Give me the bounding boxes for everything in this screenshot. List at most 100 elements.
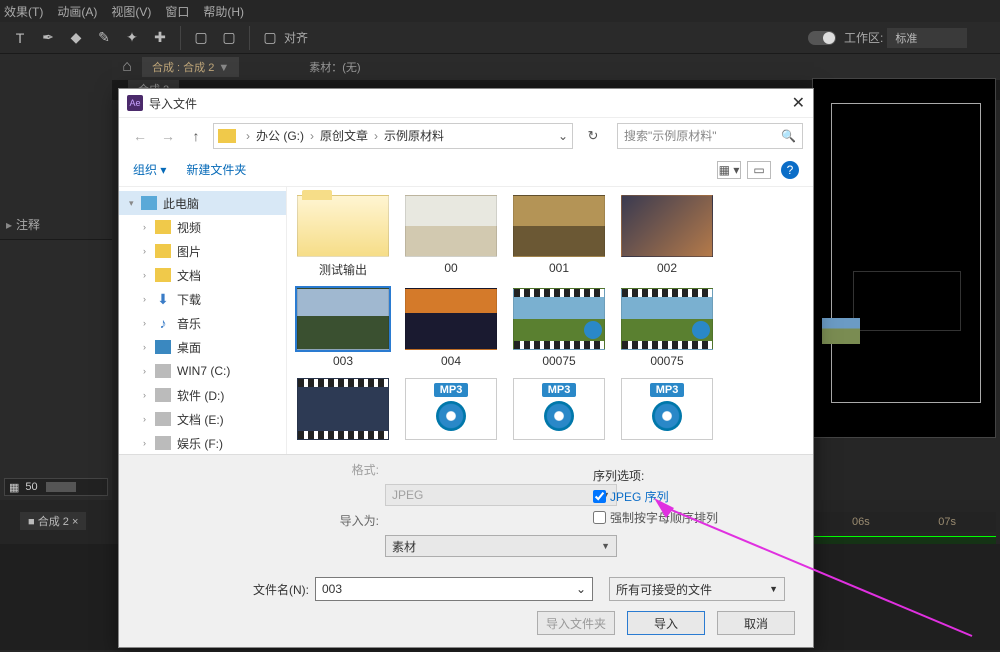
tool-bar: T ✒ ◆ ✎ ✦ ✚ ▢ ▢ ▢ 对齐 工作区: 标准 — [0, 22, 1000, 54]
dialog-body: ▾此电脑 ›视频 ›图片 ›文档 ›⬇下载 ›♪音乐 ›桌面 ›WIN7 (C:… — [119, 187, 813, 454]
source-tab[interactable]: 素材：(无) — [299, 57, 370, 77]
file-item-mp3[interactable]: MP3 — [511, 378, 607, 444]
folder-icon — [218, 129, 236, 143]
format-combo: JPEG▼ — [385, 484, 617, 506]
file-item[interactable]: 002 — [619, 195, 715, 278]
annotation-panel-header[interactable]: 注释 — [0, 210, 112, 240]
slider-thumb[interactable] — [46, 482, 76, 492]
refresh-icon[interactable]: ↻ — [581, 124, 605, 148]
menu-animation[interactable]: 动画(A) — [57, 3, 97, 20]
timeline-tab[interactable]: ■ 合成 2 × — [20, 512, 86, 530]
snap-label: 对齐 — [284, 29, 308, 46]
home-icon[interactable]: ⌂ — [116, 56, 138, 78]
filename-combo[interactable]: 003⌄ — [315, 577, 593, 601]
tree-docs-e[interactable]: ›文档 (E:) — [119, 407, 286, 431]
cancel-button[interactable]: 取消 — [717, 611, 795, 635]
comp-viewport — [812, 78, 996, 438]
file-item[interactable]: 004 — [403, 288, 499, 368]
file-grid[interactable]: 测试输出 00 001 002 003 004 00075 00075 MP3 … — [287, 187, 813, 454]
menu-bar: 效果(T) 动画(A) 视图(V) 窗口 帮助(H) — [0, 0, 1000, 22]
path-disk[interactable]: 办公 (G:) — [256, 127, 304, 144]
breadcrumb[interactable]: › 办公 (G:) › 原创文章 › 示例原材料 ⌄ — [213, 123, 573, 149]
zoom-slider[interactable]: ▦ 50 — [4, 478, 108, 496]
text-tool-icon[interactable]: T — [8, 26, 32, 50]
file-item-folder[interactable]: 测试输出 — [295, 195, 391, 278]
file-item-video[interactable] — [295, 378, 391, 444]
dialog-lower: 格式: JPEG▼ 导入为: 素材▼ 序列选项: JPEG 序列 强制按字母顺序… — [119, 454, 813, 647]
align-check-icon[interactable]: ▢ — [258, 26, 282, 50]
menu-effect[interactable]: 效果(T) — [4, 3, 43, 20]
nav-forward-icon: → — [157, 125, 179, 147]
file-item-mp3[interactable]: MP3 — [619, 378, 715, 444]
nav-up-icon[interactable]: ↑ — [185, 125, 207, 147]
search-input[interactable]: 搜索"示例原材料" 🔍 — [617, 123, 803, 149]
file-item-mp3[interactable]: MP3 — [403, 378, 499, 444]
help-icon[interactable]: ? — [781, 161, 799, 179]
stamp-tool-icon[interactable]: ✦ — [120, 26, 144, 50]
file-item[interactable]: 001 — [511, 195, 607, 278]
tool-separator — [180, 26, 181, 50]
view-mode-icon[interactable]: ▦ ▾ — [717, 161, 741, 179]
tree-ent[interactable]: ›娱乐 (F:) — [119, 431, 286, 454]
pen-tool-icon[interactable]: ✒ — [36, 26, 60, 50]
search-icon: 🔍 — [781, 129, 796, 143]
ae-app-icon: Ae — [127, 95, 143, 111]
sequence-options: 序列选项: JPEG 序列 强制按字母顺序排列 — [593, 467, 718, 530]
import-folder-button[interactable]: 导入文件夹 — [537, 611, 615, 635]
layer-rect — [853, 271, 961, 331]
workspace-combo[interactable]: 标准 — [887, 28, 967, 48]
menu-help[interactable]: 帮助(H) — [203, 3, 244, 20]
comp-tab[interactable]: 合成 : 合成 2▼ — [142, 57, 239, 77]
menu-window[interactable]: 窗口 — [165, 3, 189, 20]
preview-pane-icon[interactable]: ▭ — [747, 161, 771, 179]
file-item-video[interactable]: 00075 — [511, 288, 607, 368]
ruler-tick: 07s — [938, 516, 956, 528]
filetype-combo[interactable]: 所有可接受的文件▼ — [609, 577, 785, 601]
dialog-navbar: ← → ↑ › 办公 (G:) › 原创文章 › 示例原材料 ⌄ ↻ 搜索"示例… — [119, 117, 813, 153]
shape-tool-icon[interactable]: ◆ — [64, 26, 88, 50]
menu-view[interactable]: 视图(V) — [111, 3, 151, 20]
tree-desktop[interactable]: ›桌面 — [119, 335, 286, 359]
newfolder-button[interactable]: 新建文件夹 — [186, 161, 246, 178]
path-seg[interactable]: 示例原材料 — [384, 127, 444, 144]
alpha-order-checkbox[interactable]: 强制按字母顺序排列 — [593, 509, 718, 526]
tree-music[interactable]: ›♪音乐 — [119, 311, 286, 335]
chevron-down-icon[interactable]: ⌄ — [558, 129, 568, 143]
folder-tree[interactable]: ▾此电脑 ›视频 ›图片 ›文档 ›⬇下载 ›♪音乐 ›桌面 ›WIN7 (C:… — [119, 187, 287, 454]
organize-button[interactable]: 组织 ▾ — [133, 161, 166, 178]
tree-this-pc[interactable]: ▾此电脑 — [119, 191, 286, 215]
timeline-track[interactable] — [812, 536, 996, 544]
tree-downloads[interactable]: ›⬇下载 — [119, 287, 286, 311]
dialog-toolbar: 组织 ▾ 新建文件夹 ▦ ▾ ▭ ? — [119, 153, 813, 187]
snap-box2-icon[interactable]: ▢ — [217, 26, 241, 50]
brush-tool-icon[interactable]: ✎ — [92, 26, 116, 50]
comp-bounds-rect — [831, 103, 981, 403]
file-item-video[interactable]: 00075 — [619, 288, 715, 368]
filename-row: 文件名(N): 003⌄ 所有可接受的文件▼ — [253, 577, 799, 601]
importas-label: 导入为: — [323, 512, 379, 529]
preview-toggle[interactable] — [808, 31, 836, 45]
tree-video[interactable]: ›视频 — [119, 215, 286, 239]
time-ruler[interactable]: 06s 07s — [812, 512, 996, 532]
snap-box-icon[interactable]: ▢ — [189, 26, 213, 50]
path-seg[interactable]: 原创文章 — [320, 127, 368, 144]
preview-thumb — [822, 318, 860, 344]
importas-combo[interactable]: 素材▼ — [385, 535, 617, 557]
import-button[interactable]: 导入 — [627, 611, 705, 635]
comp-tab-strip: ⌂ 合成 : 合成 2▼ 素材：(无) — [0, 54, 1000, 80]
file-item-selected[interactable]: 003 — [295, 288, 391, 368]
left-panel: 注释 ▦ 50 — [0, 60, 112, 500]
tree-win7[interactable]: ›WIN7 (C:) — [119, 359, 286, 383]
tree-docs[interactable]: ›文档 — [119, 263, 286, 287]
tree-software[interactable]: ›软件 (D:) — [119, 383, 286, 407]
pin-tool-icon[interactable]: ✚ — [148, 26, 172, 50]
filename-label: 文件名(N): — [253, 581, 309, 598]
import-file-dialog: Ae 导入文件 ✕ ← → ↑ › 办公 (G:) › 原创文章 › 示例原材料… — [118, 88, 814, 648]
close-icon[interactable]: ✕ — [792, 93, 805, 113]
nav-back-icon[interactable]: ← — [129, 125, 151, 147]
sequence-header: 序列选项: — [593, 467, 718, 484]
file-item[interactable]: 00 — [403, 195, 499, 278]
jpeg-sequence-checkbox[interactable]: JPEG 序列 — [593, 488, 718, 505]
chevron-down-icon: ▼ — [218, 62, 229, 74]
tree-pictures[interactable]: ›图片 — [119, 239, 286, 263]
